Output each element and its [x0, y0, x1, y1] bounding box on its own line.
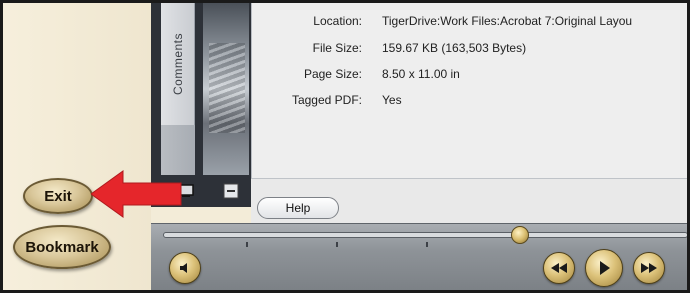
- volume-button[interactable]: [169, 252, 201, 284]
- progress-track[interactable]: [163, 232, 687, 238]
- red-arrow-icon: [91, 170, 182, 218]
- fast-forward-button[interactable]: [633, 252, 665, 284]
- help-button-label: Help: [285, 201, 311, 215]
- play-button[interactable]: [585, 249, 623, 287]
- property-row-tagged-pdf: Tagged PDF: Yes: [252, 93, 687, 113]
- tab-strip: [161, 125, 195, 175]
- property-value: Yes: [382, 93, 402, 107]
- property-label: Page Size:: [303, 67, 362, 81]
- progress-tick: [246, 242, 248, 247]
- media-controller: [151, 223, 687, 290]
- tab-comments-label: Comments: [170, 32, 185, 96]
- property-label: File Size:: [312, 41, 362, 55]
- property-row-location: Location: TigerDrive:Work Files:Acrobat …: [252, 14, 687, 34]
- side-navigation: Exit Bookmark: [3, 3, 151, 290]
- property-value: TigerDrive:Work Files:Acrobat 7:Original…: [382, 14, 633, 28]
- progress-tick: [336, 242, 338, 247]
- speaker-icon: [180, 263, 187, 273]
- document-properties-panel: Location: TigerDrive:Work Files:Acrobat …: [251, 3, 687, 179]
- progress-tick: [426, 242, 428, 247]
- property-row-file-size: File Size: 159.67 KB (163,503 Bytes): [252, 41, 687, 61]
- dialog-footer: Help: [251, 179, 687, 223]
- exit-button-label: Exit: [44, 187, 72, 205]
- property-label: Tagged PDF:: [291, 93, 362, 107]
- fast-forward-icon: [641, 263, 657, 273]
- rewind-icon: [551, 263, 567, 273]
- help-button[interactable]: Help: [257, 197, 339, 219]
- panel-options-icon[interactable]: [223, 183, 239, 199]
- play-icon: [600, 261, 610, 275]
- bookmark-button[interactable]: Bookmark: [13, 225, 111, 269]
- property-value: 8.50 x 11.00 in: [382, 67, 460, 81]
- app-window: Exit Bookmark Comments Location: TigerDr…: [0, 0, 690, 293]
- property-row-page-size: Page Size: 8.50 x 11.00 in: [252, 67, 687, 87]
- thumbnail-image: [209, 43, 245, 133]
- exit-button[interactable]: Exit: [23, 178, 93, 214]
- rewind-button[interactable]: [543, 252, 575, 284]
- bookmark-button-label: Bookmark: [25, 238, 99, 256]
- property-label: Location:: [313, 14, 362, 28]
- progress-slider-knob[interactable]: [511, 226, 529, 244]
- property-value: 159.67 KB (163,503 Bytes): [382, 41, 527, 55]
- tab-comments[interactable]: Comments: [161, 3, 195, 125]
